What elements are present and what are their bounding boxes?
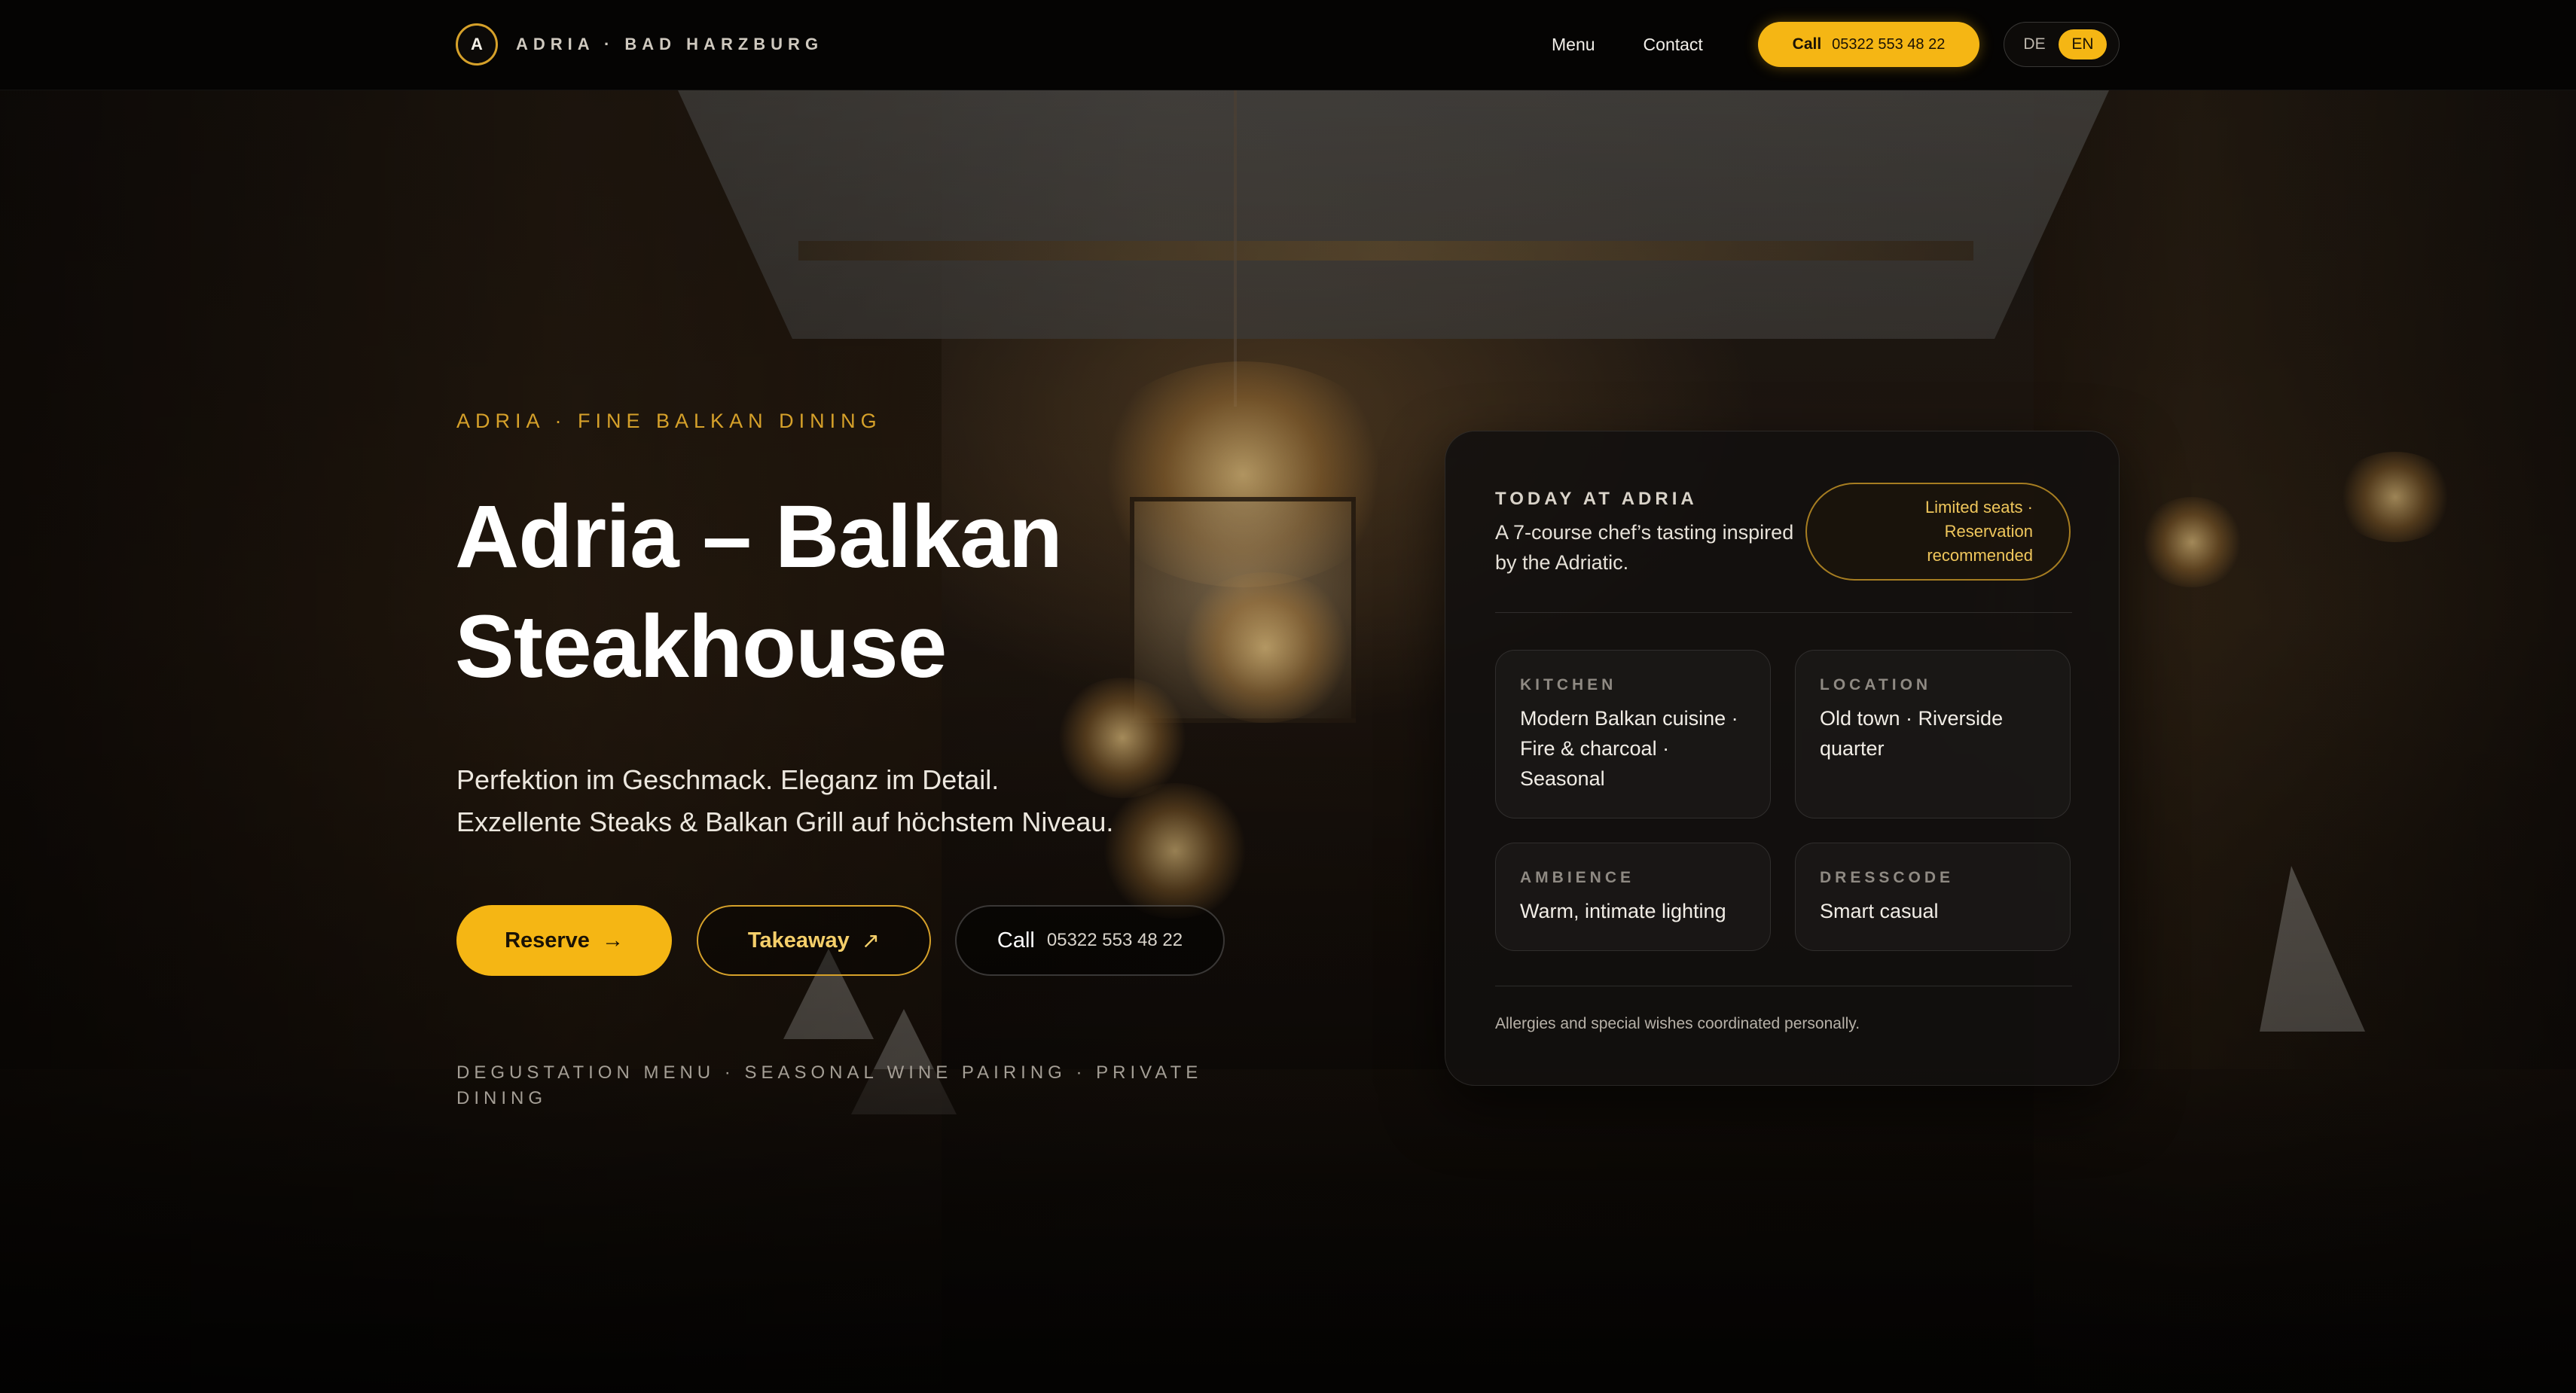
language-switcher: DE EN	[2004, 22, 2120, 67]
hero-title: Adria – Balkan Steakhouse	[455, 487, 1063, 696]
tile-label: DRESSCODE	[1820, 869, 1955, 886]
tile-label: KITCHEN	[1520, 676, 1617, 693]
hero-subtitle-line: Exzellente Steaks & Balkan Grill auf höc…	[456, 806, 1114, 837]
lang-option-de[interactable]: DE	[2010, 29, 2059, 59]
hero-features: DEGUSTATION MENU · SEASONAL WINE PAIRING…	[456, 1062, 1203, 1108]
info-tile-location: LOCATION Old town · Riverside quarter	[1795, 650, 2071, 818]
nav-call-button[interactable]: Call 05322 553 48 22	[1758, 22, 1979, 67]
reserve-label: Reserve	[505, 928, 590, 953]
info-tile-kitchen: KITCHEN Modern Balkan cuisine · Fire & c…	[1495, 650, 1771, 818]
hero-subtitle: Perfektion im Geschmack. Eleganz im Deta…	[456, 759, 1285, 843]
availability-badge: Limited seats · Reservation recommended	[1805, 483, 2071, 581]
hero-subtitle-line: Perfektion im Geschmack. Eleganz im Deta…	[456, 764, 1000, 795]
hero-call-button[interactable]: Call 05322 553 48 22	[955, 905, 1225, 976]
arrow-right-icon: →	[601, 928, 624, 953]
tile-value: Old town · Riverside quarter	[1820, 707, 2004, 760]
hero-call-number: 05322 553 48 22	[1046, 930, 1183, 950]
top-navbar: A ADRIA · BAD HARZBURG Menu Contact Call…	[0, 0, 2576, 90]
arrow-up-right-icon: ↗	[861, 928, 881, 953]
lang-option-en[interactable]: EN	[2059, 29, 2107, 59]
today-info-card: TODAY AT ADRIA A 7-course chef’s tasting…	[1445, 431, 2120, 1086]
tile-value: Modern Balkan cuisine · Fire & charcoal …	[1520, 707, 1738, 790]
tile-value: Smart casual	[1820, 900, 1939, 922]
card-divider	[1495, 612, 2072, 613]
brand-name: ADRIA · BAD HARZBURG	[516, 35, 824, 53]
brand-logo[interactable]: A ADRIA · BAD HARZBURG	[456, 23, 823, 66]
brand-mark: A	[456, 23, 498, 66]
takeaway-button[interactable]: Takeaway ↗	[697, 905, 931, 976]
nav-link-menu[interactable]: Menu	[1552, 35, 1595, 55]
reserve-button[interactable]: Reserve →	[456, 905, 672, 976]
availability-text: Limited seats · Reservation recommended	[1924, 498, 2033, 565]
nav-call-label: Call	[1792, 35, 1822, 53]
nav-link-contact[interactable]: Contact	[1644, 35, 1703, 55]
hero-eyebrow: ADRIA · FINE BALKAN DINING	[456, 410, 882, 432]
nav-call-number: 05322 553 48 22	[1832, 35, 1946, 53]
tile-label: AMBIENCE	[1520, 869, 1635, 886]
tile-value: Warm, intimate lighting	[1520, 900, 1726, 922]
hero-overlay	[0, 90, 2576, 1393]
info-tile-ambience: AMBIENCE Warm, intimate lighting	[1495, 843, 1771, 951]
hero-call-label: Call	[997, 928, 1035, 953]
card-footnote: Allergies and special wishes coordinated…	[1495, 1015, 1860, 1032]
takeaway-label: Takeaway	[747, 928, 850, 953]
info-tile-dresscode: DRESSCODE Smart casual	[1795, 843, 2071, 951]
card-description: A 7-course chef’s tasting inspired by th…	[1495, 521, 1794, 574]
nav-links: Menu Contact	[1552, 23, 1751, 66]
card-label: TODAY AT ADRIA	[1495, 489, 1698, 509]
tile-label: LOCATION	[1820, 676, 1932, 693]
